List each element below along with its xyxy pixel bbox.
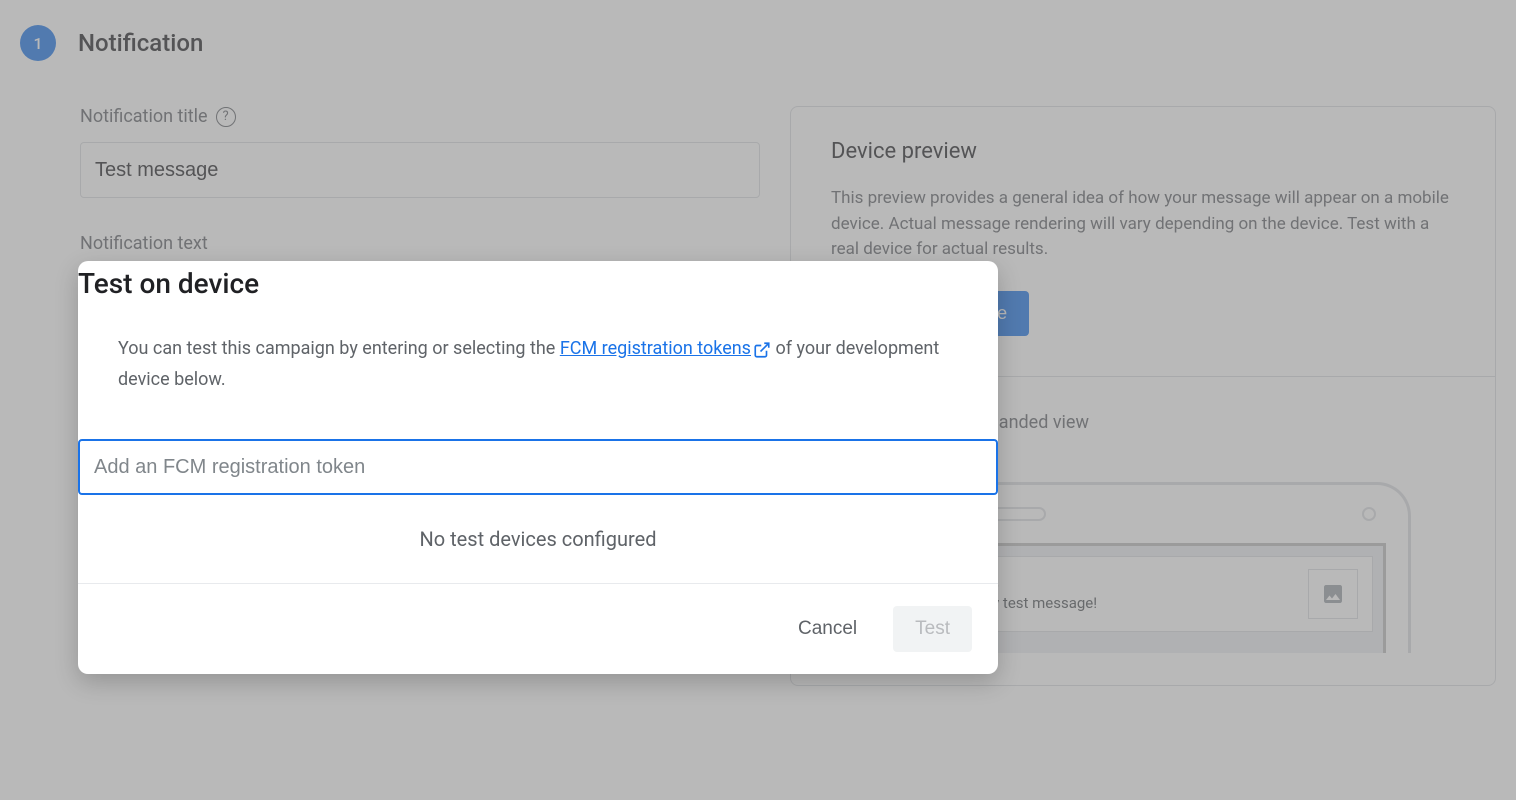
modal-description: You can test this campaign by entering o… [78,300,998,395]
modal-title: Test on device [78,267,998,300]
test-button[interactable]: Test [893,606,972,652]
cancel-button[interactable]: Cancel [788,610,867,648]
fcm-tokens-link[interactable]: FCM registration tokens [560,338,771,359]
modal-footer: Cancel Test [78,583,998,674]
test-on-device-modal: Test on device You can test this campaig… [78,261,998,674]
modal-desc-pre: You can test this campaign by entering o… [118,338,560,359]
modal-input-wrap [78,395,998,495]
fcm-token-input[interactable] [78,439,998,495]
no-devices-message: No test devices configured [78,495,998,583]
external-link-icon [753,341,771,359]
